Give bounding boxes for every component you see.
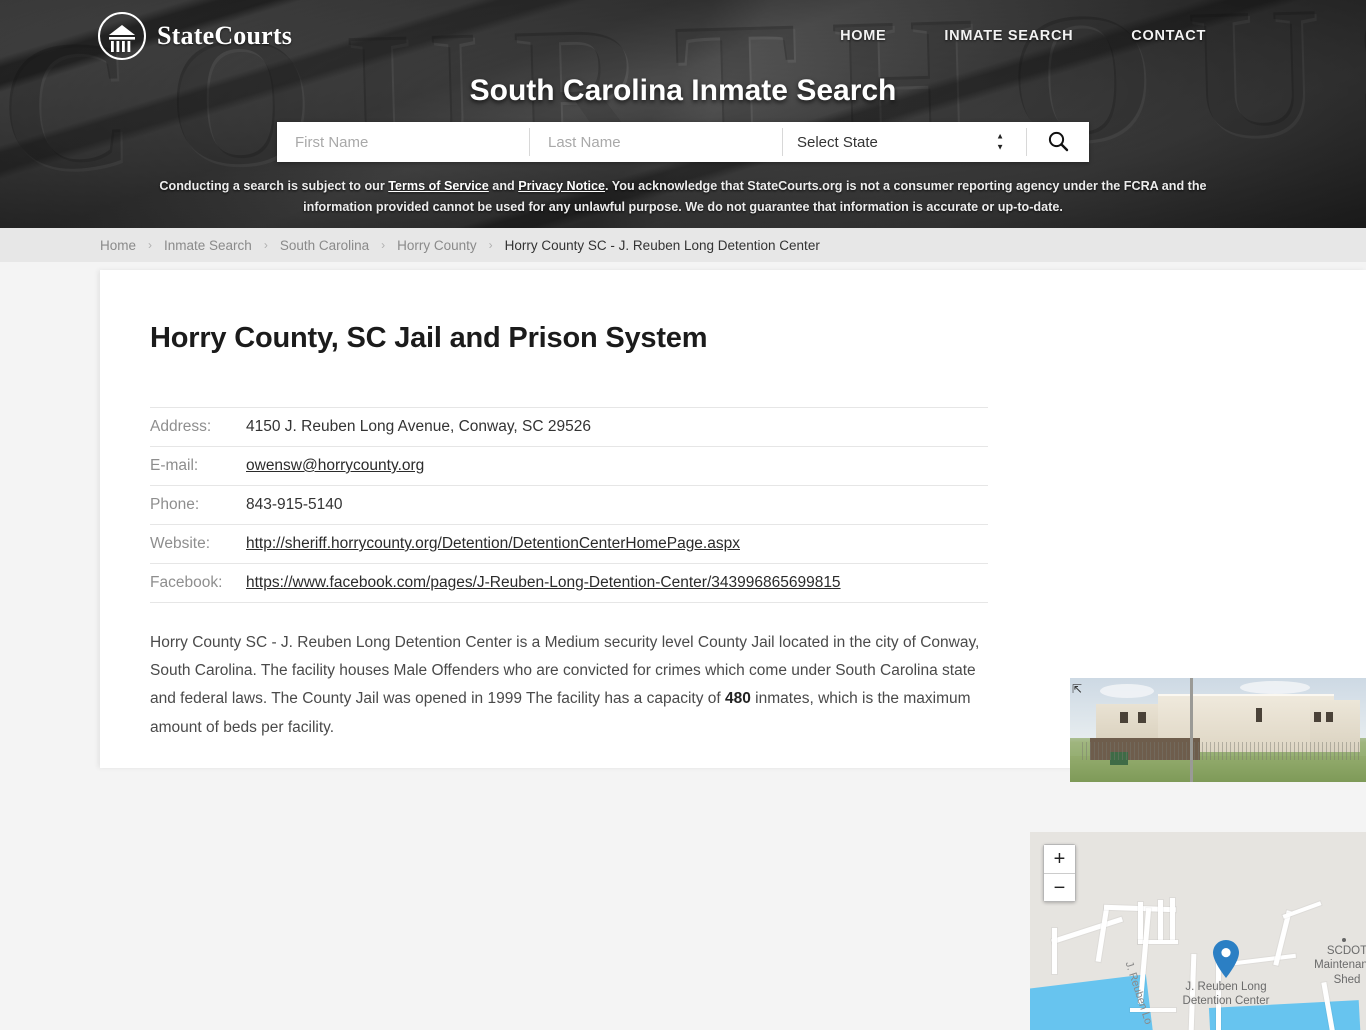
- nav-contact[interactable]: CONTACT: [1131, 28, 1206, 44]
- map-marker-label-line2: Detention Center: [1168, 994, 1284, 1008]
- table-row: Facebook: https://www.facebook.com/pages…: [150, 564, 988, 603]
- main-nav: HOME INMATE SEARCH CONTACT: [840, 28, 1206, 44]
- info-label-facebook: Facebook:: [150, 564, 246, 603]
- info-value-address: 4150 J. Reuben Long Avenue, Conway, SC 2…: [246, 408, 988, 447]
- hero-title: South Carolina Inmate Search: [0, 74, 1366, 108]
- search-form-wrapper: Select State ▲▼: [0, 122, 1366, 162]
- map-zoom-controls[interactable]: + −: [1043, 844, 1076, 902]
- breadcrumb-current: Horry County SC - J. Reuben Long Detenti…: [505, 238, 820, 253]
- location-map[interactable]: + − J. Reuben Long Detention Center SCDO…: [1030, 832, 1366, 1030]
- breadcrumb: Home › Inmate Search › South Carolina › …: [100, 238, 820, 253]
- photo-cloud: [1100, 684, 1154, 698]
- site-header: COURTHOUSE StateCourts HOME: [0, 0, 1366, 228]
- info-value-website: http://sheriff.horrycounty.org/Detention…: [246, 525, 988, 564]
- table-row: Address: 4150 J. Reuben Long Avenue, Con…: [150, 408, 988, 447]
- page-title: Horry County, SC Jail and Prison System: [150, 322, 1366, 355]
- search-icon: [1046, 129, 1070, 156]
- map-zoom-in-button[interactable]: +: [1044, 845, 1075, 873]
- info-label-address: Address:: [150, 408, 246, 447]
- capacity-value: 480: [725, 690, 751, 707]
- photo-window: [1256, 708, 1262, 722]
- state-select[interactable]: Select State ▲▼: [783, 122, 1026, 162]
- disclaimer-text-2: and: [489, 179, 518, 193]
- info-value-phone: 843-915-5140: [246, 486, 988, 525]
- breadcrumb-item-inmate-search[interactable]: Inmate Search: [164, 238, 252, 253]
- chevron-updown-icon: ▲▼: [996, 133, 1004, 152]
- facebook-link[interactable]: https://www.facebook.com/pages/J-Reuben-…: [246, 574, 841, 591]
- nav-home[interactable]: HOME: [840, 28, 886, 44]
- info-label-website: Website:: [150, 525, 246, 564]
- info-value-facebook: https://www.facebook.com/pages/J-Reuben-…: [246, 564, 988, 603]
- map-poi-dot: [1342, 938, 1346, 942]
- brand-name: StateCourts: [157, 21, 292, 51]
- map-poi-line1: SCDOT: [1310, 944, 1366, 958]
- chevron-right-icon: ›: [148, 238, 152, 252]
- breadcrumb-bar: Home › Inmate Search › South Carolina › …: [0, 228, 1366, 262]
- photo-window: [1120, 712, 1128, 723]
- table-row: Phone: 843-915-5140: [150, 486, 988, 525]
- facility-info-table: Address: 4150 J. Reuben Long Avenue, Con…: [150, 407, 988, 603]
- map-marker-label: J. Reuben Long Detention Center: [1168, 980, 1284, 1009]
- search-button[interactable]: [1027, 122, 1089, 162]
- disclaimer-text-1: Conducting a search is subject to our: [159, 179, 388, 193]
- info-value-email: owensw@horrycounty.org: [246, 447, 988, 486]
- map-road: [1052, 928, 1057, 974]
- nav-inmate-search[interactable]: INMATE SEARCH: [944, 28, 1073, 44]
- table-row: E-mail: owensw@horrycounty.org: [150, 447, 988, 486]
- last-name-input[interactable]: [530, 122, 782, 162]
- photo-fence: [1082, 742, 1360, 760]
- page-body: Horry County, SC Jail and Prison System …: [0, 262, 1366, 768]
- website-link[interactable]: http://sheriff.horrycounty.org/Detention…: [246, 535, 740, 552]
- facility-photo: ⇱: [1070, 678, 1366, 782]
- courthouse-logo-icon: [98, 12, 146, 60]
- photo-window: [1314, 712, 1321, 722]
- breadcrumb-item-south-carolina[interactable]: South Carolina: [280, 238, 369, 253]
- map-poi-line3: Shed: [1310, 973, 1366, 987]
- chevron-right-icon: ›: [381, 238, 385, 252]
- state-select-value: Select State: [797, 134, 878, 151]
- search-disclaimer: Conducting a search is subject to our Te…: [128, 176, 1238, 218]
- photo-window: [1138, 712, 1146, 723]
- map-poi-line2: Maintenance: [1310, 958, 1366, 972]
- header-topbar: StateCourts HOME INMATE SEARCH CONTACT: [0, 0, 1366, 72]
- photo-cloud: [1240, 681, 1310, 694]
- map-zoom-out-button[interactable]: −: [1044, 873, 1075, 901]
- brand-logo-link[interactable]: StateCourts: [98, 12, 292, 60]
- terms-of-service-link[interactable]: Terms of Service: [388, 179, 489, 193]
- first-name-input[interactable]: [277, 122, 529, 162]
- email-link[interactable]: owensw@horrycounty.org: [246, 457, 424, 474]
- map-poi-label: SCDOT Maintenance Shed: [1310, 944, 1366, 987]
- mouse-cursor-icon: ⇱: [1072, 682, 1082, 696]
- breadcrumb-item-home[interactable]: Home: [100, 238, 136, 253]
- photo-window: [1326, 712, 1333, 722]
- facility-description-paragraph: Horry County SC - J. Reuben Long Detenti…: [150, 629, 988, 742]
- map-road: [1138, 902, 1143, 944]
- breadcrumb-item-horry-county[interactable]: Horry County: [397, 238, 477, 253]
- map-marker-pin[interactable]: [1212, 940, 1240, 978]
- inmate-search-form: Select State ▲▼: [277, 122, 1089, 162]
- map-marker-label-line1: J. Reuben Long: [1168, 980, 1284, 994]
- info-label-phone: Phone:: [150, 486, 246, 525]
- chevron-right-icon: ›: [264, 238, 268, 252]
- privacy-notice-link[interactable]: Privacy Notice: [518, 179, 605, 193]
- photo-utility-pole: [1190, 678, 1193, 782]
- map-road: [1051, 917, 1123, 945]
- chevron-right-icon: ›: [489, 238, 493, 252]
- map-road: [1096, 906, 1110, 962]
- map-road: [1170, 898, 1175, 942]
- table-row: Website: http://sheriff.horrycounty.org/…: [150, 525, 988, 564]
- info-label-email: E-mail:: [150, 447, 246, 486]
- map-road: [1158, 900, 1163, 942]
